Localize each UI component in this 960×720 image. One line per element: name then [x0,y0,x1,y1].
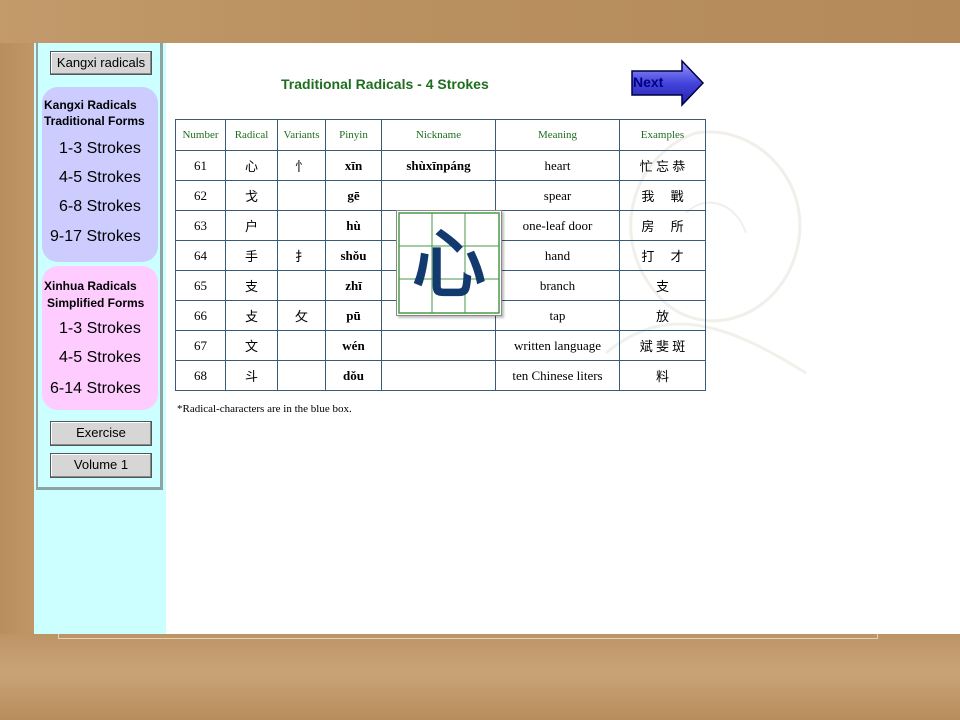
row-number: 66 [175,300,226,331]
traditional-link-1-3-strokes[interactable]: 1-3 Strokes [59,140,141,158]
row-number: 61 [175,150,226,181]
kangxi-radicals-button[interactable]: Kangxi radicals [50,51,152,75]
row-radical[interactable]: 心 [225,150,278,181]
row-examples: 料 [619,360,706,391]
simplified-link-6-14-strokes[interactable]: 6-14 Strokes [50,380,141,398]
background-right [930,43,960,634]
header-radical: Radical [225,119,278,151]
row-pinyin: shǒu [325,240,382,271]
row-number: 62 [175,180,226,211]
next-arrow-button[interactable] [630,59,706,107]
traditional-link-6-8-strokes[interactable]: 6-8 Strokes [59,198,141,216]
table-row: 68 斗 dǒu ten Chinese liters 料 [175,360,706,391]
header-nickname: Nickname [381,119,496,151]
simplified-title-line1: Xinhua Radicals [44,279,137,293]
sidebar: Kangxi radicals Kangxi Radicals Traditio… [34,43,166,634]
row-radical[interactable]: 攴 [225,300,278,331]
row-pinyin: xīn [325,150,382,181]
row-meaning: tap [495,300,620,331]
background-top [0,0,960,43]
character-stroke-popup[interactable]: 心 [396,210,502,316]
row-variant[interactable]: 扌 [277,240,326,271]
row-examples: 放 [619,300,706,331]
row-radical[interactable]: 斗 [225,360,278,391]
sidebar-frame: Kangxi radicals Kangxi Radicals Traditio… [36,43,163,490]
row-variant[interactable] [277,210,326,241]
row-variant[interactable]: 忄 [277,150,326,181]
row-number: 68 [175,360,226,391]
table-row: 62 戈 gē spear 我 戰 [175,180,706,211]
row-meaning: ten Chinese liters [495,360,620,391]
table-header-row: Number Radical Variants Pinyin Nickname … [175,119,706,151]
row-number: 65 [175,270,226,301]
row-nickname [381,330,496,361]
row-radical[interactable]: 手 [225,240,278,271]
row-examples: 斌 斐 斑 [619,330,706,361]
exercise-button[interactable]: Exercise [50,421,152,446]
row-meaning: spear [495,180,620,211]
row-pinyin: gē [325,180,382,211]
row-radical[interactable]: 戈 [225,180,278,211]
row-examples: 忙 忘 恭 [619,150,706,181]
row-pinyin: dǒu [325,360,382,391]
row-variant[interactable]: 攵 [277,300,326,331]
traditional-link-9-17-strokes[interactable]: 9-17 Strokes [50,228,141,246]
row-pinyin: wén [325,330,382,361]
traditional-title-line2: Traditional Forms [44,114,145,128]
header-variants: Variants [277,119,326,151]
row-examples: 我 戰 [619,180,706,211]
background-bottom [0,634,960,720]
row-number: 63 [175,210,226,241]
header-pinyin: Pinyin [325,119,382,151]
header-number: Number [175,119,226,151]
row-pinyin: zhī [325,270,382,301]
simplified-link-4-5-strokes[interactable]: 4-5 Strokes [59,349,141,367]
traditional-link-4-5-strokes[interactable]: 4-5 Strokes [59,169,141,187]
popup-character: 心 [412,222,486,308]
traditional-forms-panel: Kangxi Radicals Traditional Forms 1-3 St… [42,87,158,262]
row-number: 67 [175,330,226,361]
main-content: Traditional Radicals - 4 Strokes Next Nu… [166,43,930,634]
row-pinyin: pū [325,300,382,331]
header-examples: Examples [619,119,706,151]
simplified-forms-panel: Xinhua Radicals Simplified Forms 1-3 Str… [42,266,158,410]
footnote: *Radical-characters are in the blue box. [177,403,352,415]
table-row: 61 心 忄 xīn shùxīnpáng heart 忙 忘 恭 [175,150,706,181]
simplified-title-line2: Simplified Forms [47,296,145,310]
row-variant[interactable] [277,180,326,211]
row-meaning: hand [495,240,620,271]
row-meaning: one-leaf door [495,210,620,241]
row-number: 64 [175,240,226,271]
simplified-link-1-3-strokes[interactable]: 1-3 Strokes [59,320,141,338]
row-nickname: shùxīnpáng [381,150,496,181]
row-radical[interactable]: 文 [225,330,278,361]
row-meaning: branch [495,270,620,301]
row-meaning: heart [495,150,620,181]
row-examples: 打 才 [619,240,706,271]
row-nickname [381,180,496,211]
row-examples: 支 [619,270,706,301]
row-variant[interactable] [277,330,326,361]
row-nickname [381,360,496,391]
volume-1-button[interactable]: Volume 1 [50,453,152,478]
traditional-title-line1: Kangxi Radicals [44,98,137,112]
table-row: 67 文 wén written language 斌 斐 斑 [175,330,706,361]
row-meaning: written language [495,330,620,361]
header-meaning: Meaning [495,119,620,151]
row-radical[interactable]: 户 [225,210,278,241]
page-title: Traditional Radicals - 4 Strokes [281,76,489,92]
row-variant[interactable] [277,270,326,301]
row-radical[interactable]: 支 [225,270,278,301]
row-variant[interactable] [277,360,326,391]
row-pinyin: hù [325,210,382,241]
row-examples: 房 所 [619,210,706,241]
background-left [0,43,34,634]
